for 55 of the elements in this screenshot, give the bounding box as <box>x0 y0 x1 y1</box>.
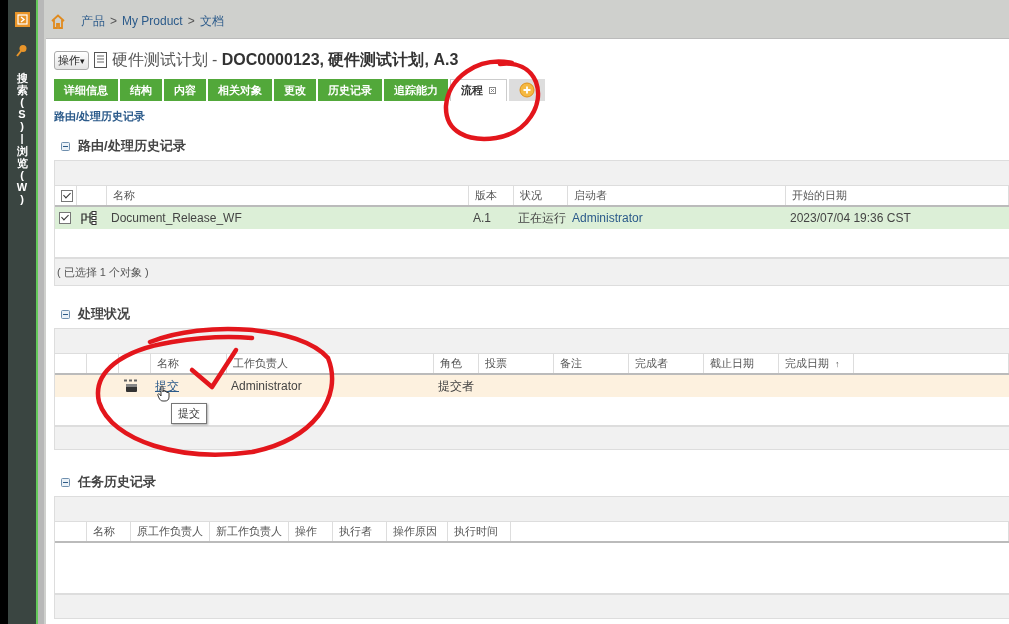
row-checkbox[interactable] <box>59 212 71 224</box>
column-header[interactable]: 状况 <box>514 186 568 205</box>
expand-icon[interactable] <box>14 12 30 27</box>
table-cell: 正在运行 <box>518 209 566 227</box>
breadcrumb-link[interactable]: 文档 <box>199 12 224 30</box>
breadcrumb-link[interactable]: My Product <box>122 14 183 28</box>
breadcrumb-separator: > <box>110 14 117 28</box>
column-header[interactable]: 开始的日期 <box>786 186 1009 205</box>
section-link[interactable]: 路由/处理历史记录 <box>54 109 1009 124</box>
breadcrumb-separator: > <box>187 14 195 28</box>
collapse-icon[interactable] <box>61 309 70 319</box>
section-title: 路由/处理历史记录 <box>78 137 186 155</box>
table-cell: Document_Release_WF <box>111 211 242 225</box>
column-header[interactable]: 操作 <box>289 522 333 541</box>
column-header[interactable]: 原工作负责人 <box>131 522 210 541</box>
table-link[interactable]: Administrator <box>572 211 643 225</box>
column-header[interactable]: 名称 <box>87 522 131 541</box>
page-title: 硬件测试计划 - DOC0000123, 硬件测试计划, A.3 <box>111 49 459 70</box>
column-header[interactable]: 完成者 <box>629 354 704 373</box>
tab[interactable]: 流程 <box>450 79 507 101</box>
column-header[interactable]: 执行者 <box>333 522 387 541</box>
search-icon[interactable] <box>16 44 28 58</box>
section-title: 处理状况 <box>78 305 130 323</box>
sidebar-tab-label[interactable]: 搜索(S) | 浏览(W) <box>16 72 28 206</box>
table-cell: A.1 <box>473 211 491 225</box>
table-cell: 2023/07/04 19:36 CST <box>790 211 911 225</box>
column-header[interactable]: 备注 <box>554 354 629 373</box>
tooltip: 提交 <box>171 403 207 424</box>
selection-count: ( 已选择 1 个对象 ) <box>57 264 149 280</box>
column-header[interactable]: 操作原因 <box>387 522 448 541</box>
collapse-icon[interactable] <box>61 477 70 487</box>
task-icon <box>123 379 139 393</box>
close-icon[interactable] <box>489 87 496 94</box>
column-header[interactable]: 执行时间 <box>448 522 511 541</box>
column-header[interactable]: 启动者 <box>568 186 786 205</box>
column-header[interactable]: 新工作负责人 <box>210 522 289 541</box>
table-cell: 提交者 <box>438 377 474 395</box>
workflow-icon <box>81 211 97 225</box>
document-icon <box>93 52 107 68</box>
breadcrumb-link[interactable]: 产品 <box>81 12 105 30</box>
table-row[interactable]: Document_Release_WF A.1 正在运行 Administrator 2023/07/04 19:36 CST <box>55 207 1009 229</box>
select-all-checkbox[interactable] <box>61 189 73 202</box>
column-header[interactable]: 版本 <box>469 186 514 205</box>
collapse-icon[interactable] <box>61 141 70 151</box>
add-icon <box>519 82 535 98</box>
actions-button[interactable]: 操作▾ <box>54 50 89 70</box>
column-header[interactable]: 名称 <box>107 186 469 205</box>
column-header[interactable]: 截止日期 <box>704 354 779 373</box>
section-title: 任务历史记录 <box>78 473 156 491</box>
column-header[interactable]: 角色 <box>434 354 479 373</box>
column-header[interactable]: 投票 <box>479 354 554 373</box>
column-header[interactable]: 名称 <box>151 354 227 373</box>
column-header[interactable]: 工作负责人 <box>227 354 434 373</box>
table-cell: Administrator <box>231 379 302 393</box>
column-header[interactable]: 完成日期 ↑ <box>779 354 854 373</box>
